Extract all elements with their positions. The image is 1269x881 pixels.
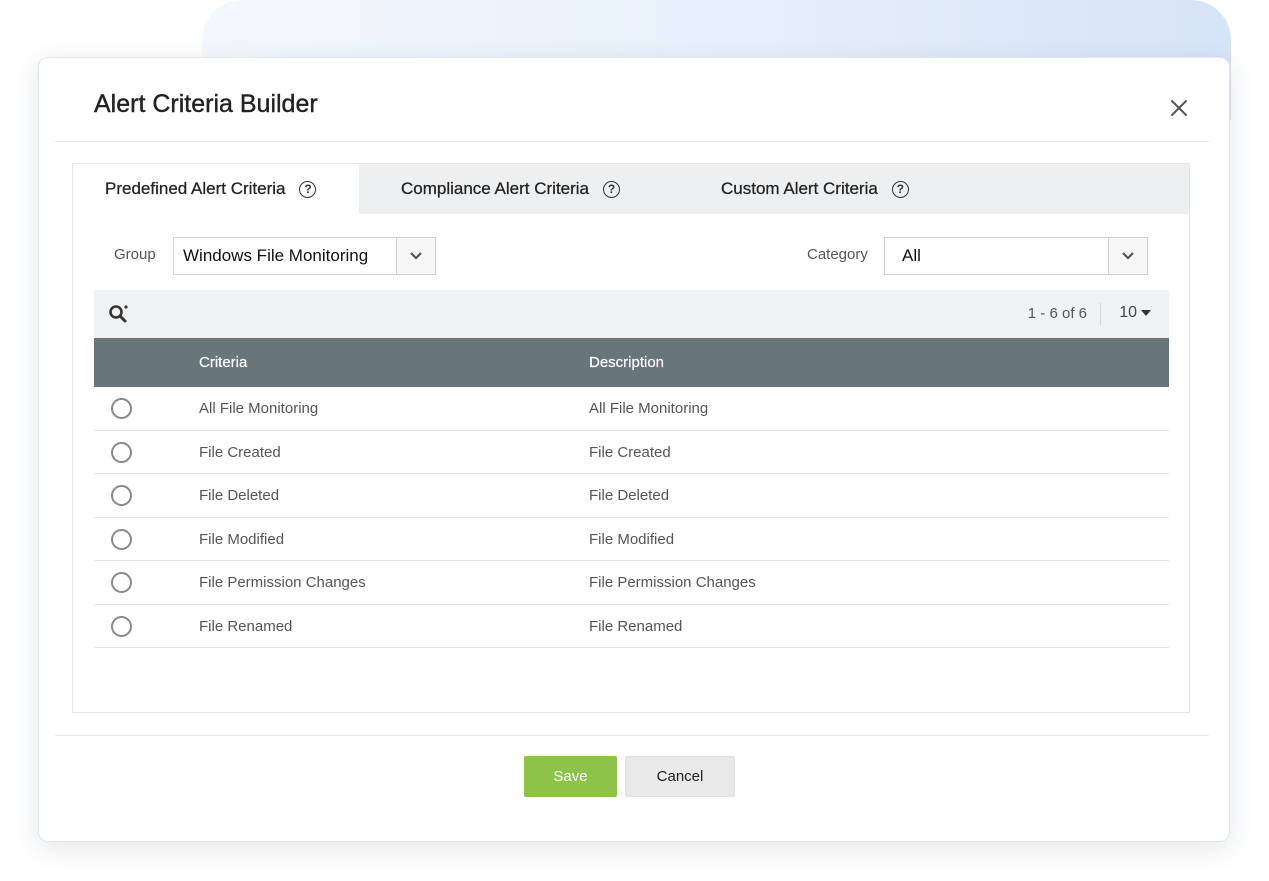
help-icon[interactable]: ? — [299, 180, 317, 198]
description-cell: File Renamed — [589, 617, 683, 635]
description-cell: File Created — [589, 443, 671, 461]
criteria-cell: File Created — [199, 443, 281, 461]
group-label: Group — [114, 246, 156, 263]
tab-compliance-alert-criteria[interactable]: Compliance Alert Criteria ? — [369, 164, 669, 214]
criteria-cell: File Deleted — [199, 487, 280, 504]
alert-criteria-dialog: Alert Criteria Builder Predefined Alert … — [38, 57, 1230, 842]
chevron-down-icon[interactable] — [1108, 238, 1147, 274]
table-row[interactable]: All File Monitoring All File Monitoring — [94, 387, 1169, 431]
table-row[interactable]: File Permission Changes File Permission … — [94, 561, 1169, 605]
column-header-criteria: Criteria — [199, 354, 248, 371]
caret-down-icon — [1141, 310, 1151, 316]
pagination-divider — [1100, 303, 1101, 325]
tab-custom-alert-criteria[interactable]: Custom Alert Criteria ? — [689, 164, 979, 214]
table-row[interactable]: File Renamed File Renamed — [94, 605, 1169, 648]
chevron-down-icon[interactable] — [396, 238, 435, 274]
table-toolbar: 1 - 6 of 6 10 — [94, 290, 1169, 338]
save-button[interactable]: Save — [524, 756, 617, 797]
row-radio[interactable] — [111, 398, 132, 419]
description-cell: File Deleted — [589, 487, 670, 504]
page-size-value: 10 — [1119, 304, 1137, 321]
row-radio[interactable] — [111, 572, 132, 593]
help-icon[interactable]: ? — [891, 180, 909, 198]
row-radio[interactable] — [111, 441, 132, 463]
tab-label: Compliance Alert Criteria — [401, 179, 590, 198]
search-icon[interactable] — [108, 304, 130, 324]
group-select-value: Windows File Monitoring — [183, 246, 369, 265]
criteria-cell: All File Monitoring — [199, 400, 319, 417]
criteria-cell: File Modified — [199, 530, 285, 548]
group-select[interactable]: Windows File Monitoring — [173, 237, 436, 275]
row-radio[interactable] — [111, 485, 132, 506]
pagination-range: 1 - 6 of 6 — [1027, 305, 1087, 322]
column-header-description: Description — [589, 354, 665, 371]
row-radio[interactable] — [111, 615, 132, 637]
criteria-cell: File Permission Changes — [199, 574, 366, 591]
category-select[interactable]: All — [884, 237, 1148, 275]
description-cell: File Permission Changes — [589, 574, 756, 591]
criteria-cell: File Renamed — [199, 617, 293, 635]
tab-bar: Predefined Alert Criteria ? Compliance A… — [73, 164, 1189, 214]
close-icon[interactable] — [1167, 96, 1191, 120]
description-cell: File Modified — [589, 530, 675, 548]
category-label: Category — [807, 246, 868, 263]
category-select-value: All — [902, 246, 921, 265]
footer-divider — [55, 735, 1209, 736]
tab-label: Custom Alert Criteria — [721, 179, 878, 198]
table-row[interactable]: File Created File Created — [94, 431, 1169, 474]
tab-label: Predefined Alert Criteria — [105, 179, 286, 198]
tab-predefined-alert-criteria[interactable]: Predefined Alert Criteria ? — [73, 164, 359, 214]
table-row[interactable]: File Modified File Modified — [94, 518, 1169, 561]
page-size-select[interactable]: 10 — [1119, 304, 1151, 322]
row-radio[interactable] — [111, 528, 132, 550]
table-header: Criteria Description — [94, 338, 1169, 387]
table-body: All File Monitoring All File Monitoring … — [94, 387, 1169, 648]
dialog-title: Alert Criteria Builder — [94, 90, 318, 118]
description-cell: All File Monitoring — [589, 400, 709, 417]
help-icon[interactable]: ? — [603, 180, 621, 198]
cancel-button[interactable]: Cancel — [625, 756, 735, 797]
table-row[interactable]: File Deleted File Deleted — [94, 474, 1169, 518]
header-divider — [55, 141, 1209, 142]
criteria-panel: Predefined Alert Criteria ? Compliance A… — [72, 163, 1190, 713]
